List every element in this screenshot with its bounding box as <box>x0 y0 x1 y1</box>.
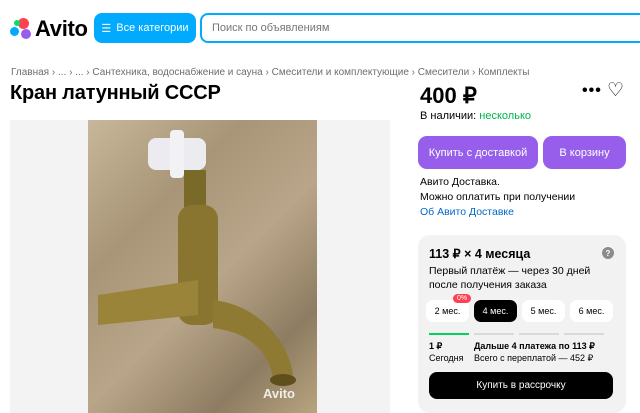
breadcrumb-item[interactable]: Сантехника, водоснабжение и сауна <box>92 67 262 78</box>
delivery-line-1: Авито Доставка. <box>420 176 500 188</box>
installment-subtitle: Первый платёж — через 30 дней после полу… <box>429 265 591 291</box>
installment-title: 113 ₽ × 4 месяца <box>429 247 531 261</box>
next-payments-text: Дальше 4 платежа по 113 ₽ <box>474 341 595 351</box>
zero-percent-badge: 0% <box>453 294 472 303</box>
stock-value: несколько <box>479 110 532 122</box>
term-2-months[interactable]: 2 мес. <box>426 300 469 322</box>
breadcrumb-item[interactable]: ... <box>75 67 83 78</box>
delivery-link[interactable]: Об Авито Доставке <box>420 205 575 220</box>
more-options-icon[interactable]: ••• <box>582 82 602 100</box>
categories-icon: ☰ <box>101 22 112 35</box>
logo-text: Avito <box>35 16 88 41</box>
term-6-months[interactable]: 6 мес. <box>570 300 613 322</box>
favorite-heart-icon[interactable]: ♡ <box>607 79 624 102</box>
listing-photo[interactable]: Avito <box>10 120 390 413</box>
price: 400 ₽ <box>420 83 477 108</box>
delivery-line-2: Можно оплатить при получении <box>420 191 576 203</box>
term-selector: 2 мес. 4 мес. 5 мес. 6 мес. <box>426 300 613 322</box>
first-payment-amount: 1 ₽ <box>429 341 443 351</box>
breadcrumb-item[interactable]: Комплекты <box>478 67 529 78</box>
photo-watermark: Avito <box>262 386 295 401</box>
delivery-info: Авито Доставка. Можно оплатить при получ… <box>420 175 575 220</box>
faucet-image <box>88 120 317 413</box>
total-overpay-text: Всего с переплатой — 452 ₽ <box>474 353 594 363</box>
term-5-months[interactable]: 5 мес. <box>522 300 565 322</box>
buy-installment-button[interactable]: Купить в рассрочку <box>429 372 613 399</box>
first-payment-when: Сегодня <box>429 353 464 363</box>
avito-logo[interactable]: Avito <box>10 16 88 42</box>
first-payment: 1 ₽ Сегодня <box>429 340 464 364</box>
stock-label: В наличии: <box>420 110 477 122</box>
payment-bar <box>519 333 559 335</box>
breadcrumb: Главная › ... › ... › Сантехника, водосн… <box>11 67 530 78</box>
term-4-months[interactable]: 4 мес. <box>474 300 517 322</box>
breadcrumb-item[interactable]: ... <box>58 67 66 78</box>
breadcrumb-item[interactable]: Смесители и комплектующие <box>272 67 409 78</box>
search-input[interactable] <box>200 13 640 43</box>
logo-dots-icon <box>10 18 32 40</box>
payment-progress <box>429 333 604 335</box>
all-categories-button[interactable]: ☰ Все категории <box>94 13 196 43</box>
payment-bar-paid <box>429 333 469 335</box>
page-title: Кран латунный СССР <box>10 82 221 104</box>
buy-with-delivery-button[interactable]: Купить с доставкой <box>418 136 538 169</box>
help-icon[interactable]: ? <box>602 247 614 259</box>
header: Avito ☰ Все категории <box>0 0 640 56</box>
next-payments: Дальше 4 платежа по 113 ₽ Всего с перепл… <box>474 340 595 364</box>
all-categories-label: Все категории <box>116 22 189 34</box>
payment-bar <box>474 333 514 335</box>
breadcrumb-home[interactable]: Главная <box>11 67 49 78</box>
add-to-cart-button[interactable]: В корзину <box>543 136 626 169</box>
installment-card: 113 ₽ × 4 месяца ? Первый платёж — через… <box>418 235 626 413</box>
payment-bar <box>564 333 604 335</box>
stock-status: В наличии: несколько <box>420 110 531 122</box>
breadcrumb-item[interactable]: Смесители <box>418 67 469 78</box>
